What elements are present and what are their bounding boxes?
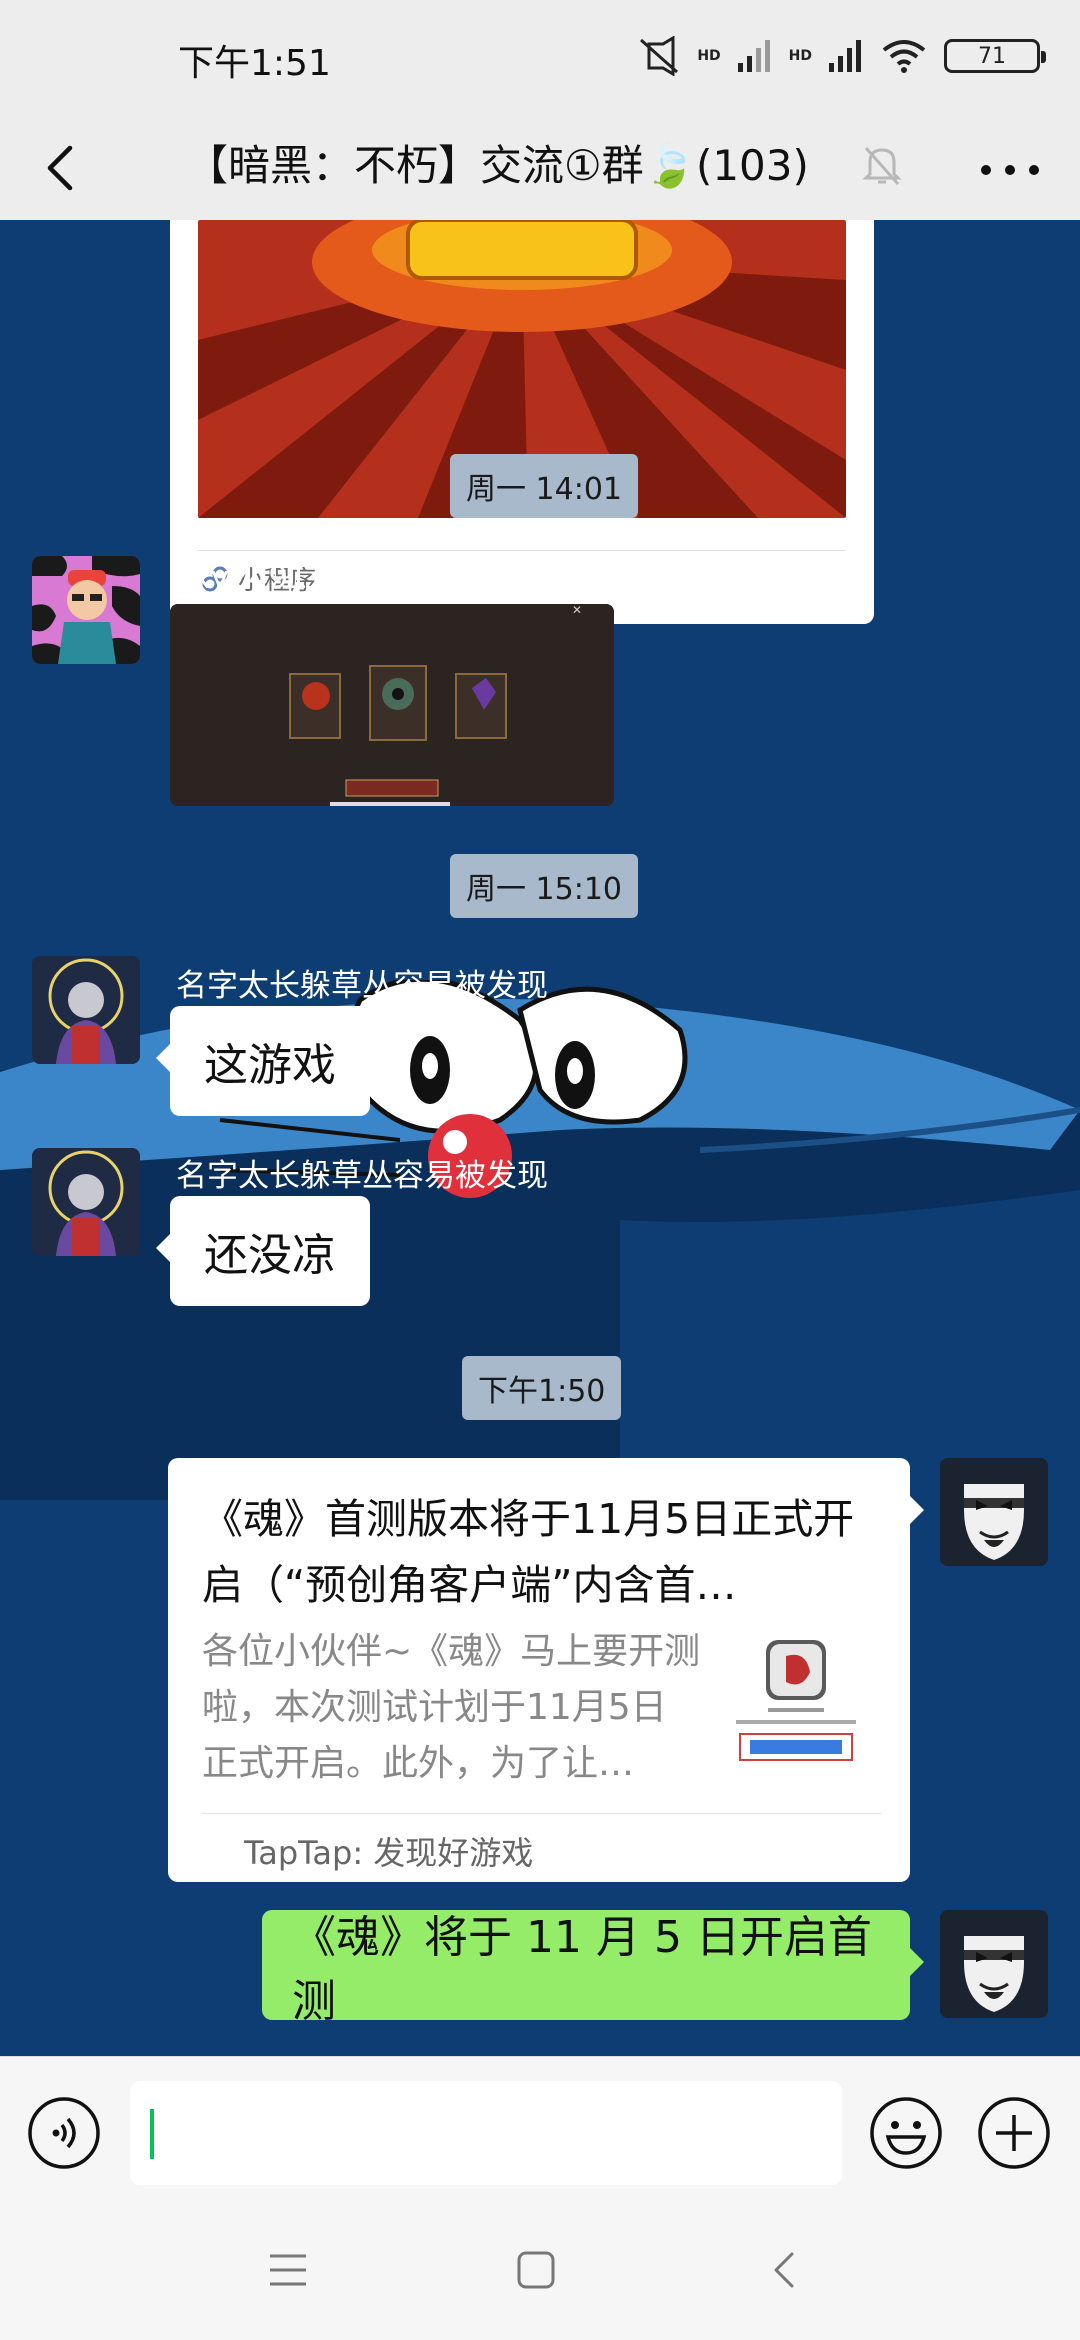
message-bubble-mine[interactable]: 《魂》将于 11 月 5 日开启首测 bbox=[262, 1910, 924, 2027]
more-icon[interactable] bbox=[970, 142, 1050, 198]
svg-text:✕: ✕ bbox=[572, 604, 582, 617]
image-message[interactable]: ✕ bbox=[170, 604, 614, 806]
sender-name: 名字太长躲草丛容易被发现 bbox=[176, 1158, 548, 1194]
timestamp: 下午1:50 bbox=[462, 1356, 622, 1420]
link-card-source: TapTap: 发现好游戏 bbox=[244, 1834, 534, 1872]
message-bubble[interactable]: 这游戏 bbox=[156, 1006, 370, 1116]
message-input[interactable] bbox=[130, 2081, 842, 2185]
hd-label-2: HD bbox=[788, 48, 812, 64]
home-icon[interactable] bbox=[516, 2250, 556, 2290]
status-time: 下午1:51 bbox=[178, 43, 331, 84]
avatar[interactable] bbox=[32, 556, 140, 664]
message-bubble[interactable]: 还没凉 bbox=[156, 1196, 370, 1306]
nav-back-icon[interactable] bbox=[770, 2250, 800, 2290]
signal-icon-2 bbox=[829, 40, 861, 72]
input-bar bbox=[0, 2056, 1080, 2207]
timestamp: 周一 15:10 bbox=[450, 854, 638, 918]
my-avatar[interactable] bbox=[940, 1910, 1048, 2018]
avatar[interactable] bbox=[32, 1148, 140, 1256]
menu-icon[interactable] bbox=[268, 2252, 308, 2288]
voice-icon[interactable] bbox=[26, 2095, 102, 2171]
system-nav-bar bbox=[0, 2206, 1080, 2340]
mute-icon bbox=[862, 147, 902, 185]
back-icon[interactable] bbox=[32, 138, 92, 198]
plus-icon[interactable] bbox=[976, 2095, 1052, 2171]
battery-indicator: 71 bbox=[944, 39, 1046, 73]
timestamp: 周一 14:01 bbox=[450, 454, 638, 518]
link-card[interactable]: 《魂》首测版本将于11月5日正式开启（“预创角客户端”内含首… 各位小伙伴~《魂… bbox=[168, 1458, 924, 1882]
card-divider bbox=[198, 550, 846, 551]
my-avatar[interactable] bbox=[940, 1458, 1048, 1566]
signal-icon-1 bbox=[737, 40, 770, 72]
text-caret bbox=[150, 2109, 154, 2159]
hd-label-1: HD bbox=[697, 48, 721, 64]
link-card-title: 《魂》首测版本将于11月5日正式开启（“预创角客户端”内含首… bbox=[202, 1495, 855, 1609]
sender-name: 名字太长躲草丛容易被发现 bbox=[176, 968, 548, 1004]
mute-vibrate-icon bbox=[640, 36, 679, 76]
avatar[interactable] bbox=[32, 956, 140, 1064]
status-bar: 下午1:51 HD HD 71 bbox=[0, 0, 1080, 118]
link-card-thumbnail bbox=[728, 1634, 864, 1774]
status-icons: HD HD 71 bbox=[637, 36, 1046, 76]
link-card-description: 各位小伙伴~《魂》马上要开测啦，本次测试计划于11月5日正式开启。此外，为了让… bbox=[202, 1631, 701, 1784]
chat-title: 【暗黑：不朽】交流①群🍃(103) bbox=[186, 141, 809, 190]
title-bar: 【暗黑：不朽】交流①群🍃(103) bbox=[0, 118, 1080, 220]
wifi-icon bbox=[882, 40, 926, 73]
emoji-icon[interactable] bbox=[868, 2095, 944, 2171]
battery-level: 71 bbox=[978, 43, 1006, 69]
sender-name: zxy249171106 bbox=[176, 560, 407, 596]
card-divider bbox=[202, 1813, 882, 1814]
chat-area[interactable]: 小程序 周一 14:01 zxy249171106 ✕ 周一 15:10 名字太… bbox=[0, 220, 1080, 2056]
